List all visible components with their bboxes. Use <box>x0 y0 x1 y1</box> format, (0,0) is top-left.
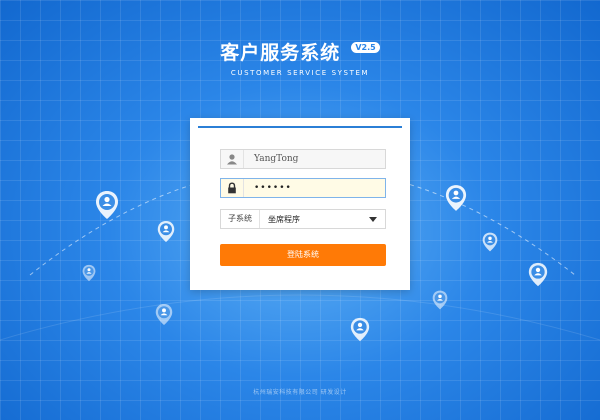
lock-icon <box>221 179 244 197</box>
login-panel: YangTong •••••• 子系统 坐席程序 登陆系统 <box>190 118 410 290</box>
password-value: •••••• <box>254 183 292 193</box>
version-badge: V2.5 <box>351 42 380 53</box>
subsystem-select[interactable]: 子系统 坐席程序 <box>220 209 386 229</box>
location-pin-icon <box>96 191 118 219</box>
location-pin-icon <box>432 290 448 310</box>
app-title: 客户服务系统 <box>220 42 341 64</box>
subsystem-selected: 坐席程序 <box>268 214 300 224</box>
footer-copyright: 杭州瑞安科技有限公司 研发设计 <box>253 389 347 396</box>
app-subtitle: CUSTOMER SERVICE SYSTEM <box>230 69 370 77</box>
location-pin-icon <box>155 304 173 325</box>
location-pin-icon <box>157 221 175 242</box>
location-pin-icon <box>528 262 548 287</box>
brand-header: 客户服务系统 V2.5 CUSTOMER SERVICE SYSTEM <box>0 38 600 77</box>
username-value: YangTong <box>254 154 299 164</box>
location-pin-icon <box>482 232 498 252</box>
subsystem-label: 子系统 <box>221 210 260 228</box>
login-button[interactable]: 登陆系统 <box>220 244 386 266</box>
location-pin-icon <box>350 317 370 342</box>
location-pin-icon <box>445 185 467 211</box>
location-pin-icon <box>82 264 96 282</box>
panel-accent-bar <box>198 126 402 128</box>
chevron-down-icon[interactable] <box>369 216 377 222</box>
password-field[interactable]: •••••• <box>220 178 386 198</box>
user-icon <box>221 150 244 168</box>
username-field[interactable]: YangTong <box>220 149 386 169</box>
login-screen: 客户服务系统 V2.5 CUSTOMER SERVICE SYSTEM Yang… <box>0 0 600 420</box>
